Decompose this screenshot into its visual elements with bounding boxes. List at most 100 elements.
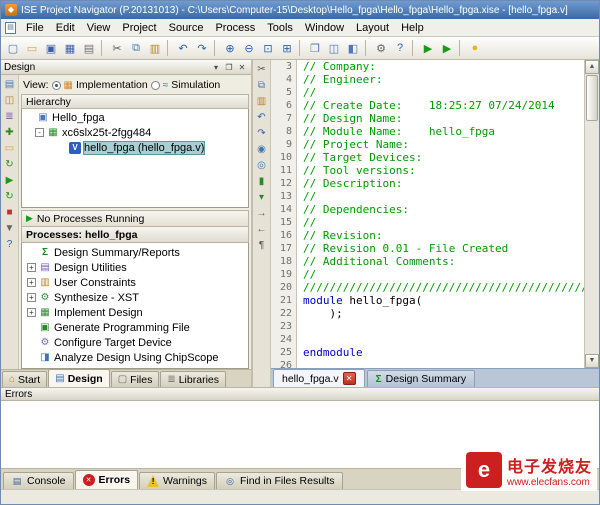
scroll-down-icon[interactable]: ▼ — [585, 354, 599, 368]
view-option[interactable]: ▦ Implementation — [52, 79, 148, 91]
zoom-region-icon[interactable]: ⊞ — [278, 39, 296, 57]
process-item[interactable]: ◨ Analyze Design Using ChipScope — [24, 350, 248, 365]
process-help-icon[interactable]: ? — [2, 237, 18, 252]
tree-expander-icon[interactable]: + — [27, 263, 36, 272]
editor-redo-icon[interactable]: ↷ — [254, 126, 270, 141]
undo-icon[interactable]: ↶ — [174, 39, 192, 57]
settings-icon[interactable]: ⚙ — [372, 39, 390, 57]
view-option[interactable]: ≈ Simulation — [151, 79, 221, 91]
process-item[interactable]: + ⚙ Synthesize - XST — [24, 290, 248, 305]
panel-float-icon[interactable]: ❐ — [223, 62, 235, 73]
outdent-icon[interactable]: ← — [254, 222, 270, 237]
save-icon[interactable]: ▣ — [42, 39, 60, 57]
child-document-icon[interactable]: ▤ — [5, 22, 16, 34]
menu-item[interactable]: Tools — [261, 20, 299, 36]
bookmark-icon[interactable]: ▮ — [254, 174, 270, 189]
save-all-icon[interactable]: ▦ — [61, 39, 79, 57]
editor-find-icon[interactable]: ◉ — [254, 142, 270, 157]
editor-find-next-icon[interactable]: ◎ — [254, 158, 270, 173]
comment-icon[interactable]: ¶ — [254, 238, 270, 253]
scroll-up-icon[interactable]: ▲ — [585, 60, 599, 74]
menu-item[interactable]: Edit — [50, 20, 81, 36]
cut-icon[interactable]: ✂ — [108, 39, 126, 57]
menu-item[interactable]: Layout — [350, 20, 395, 36]
tab-close-icon[interactable]: ✕ — [343, 372, 356, 385]
menu-item[interactable]: Source — [163, 20, 210, 36]
add-source-icon[interactable]: ✚ — [2, 125, 18, 140]
process-item[interactable]: + ▦ Implement Design — [24, 305, 248, 320]
tree-expander-icon[interactable]: - — [35, 128, 44, 137]
scrollbar-track[interactable] — [585, 122, 599, 354]
console-tab[interactable]: ▤ Console — [3, 472, 74, 489]
menu-item[interactable]: View — [81, 20, 117, 36]
hierarchy-item[interactable]: V hello_fpga (hello_fpga.v) — [22, 140, 248, 155]
tree-expander-icon[interactable]: + — [27, 278, 36, 287]
menu-item[interactable]: File — [20, 20, 50, 36]
view-filter-icon[interactable]: ▼ — [2, 221, 18, 236]
menu-item[interactable]: Window — [299, 20, 350, 36]
menu-item[interactable]: Project — [116, 20, 162, 36]
rerun-process-icon[interactable]: ↻ — [2, 189, 18, 204]
stop-process-icon[interactable]: ■ — [2, 205, 18, 220]
title-bar[interactable]: ◆ ISE Project Navigator (P.20131013) - C… — [1, 1, 599, 19]
sources-view-icon[interactable]: ▤ — [2, 77, 18, 92]
panel-tab[interactable]: ≣ Libraries — [160, 371, 226, 387]
next-bookmark-icon[interactable]: ▾ — [254, 190, 270, 205]
panel-tab[interactable]: ⌂ Start — [2, 371, 47, 387]
panel-tab[interactable]: ▢ Files — [111, 371, 160, 387]
paste-icon[interactable]: ▥ — [146, 39, 164, 57]
editor-tab[interactable]: Σ Design Summary — [367, 370, 476, 387]
process-item[interactable]: + ▤ Design Utilities — [24, 260, 248, 275]
run-all-icon[interactable]: ▶ — [438, 39, 456, 57]
process-item[interactable]: ⚙ Configure Target Device — [24, 335, 248, 350]
panel-close-icon[interactable]: ✕ — [236, 62, 248, 73]
hierarchy-tree[interactable]: ▣ Hello_fpga - ▦ xc6slx25t-2fgg484 — [21, 109, 249, 208]
zoom-full-icon[interactable]: ⊡ — [259, 39, 277, 57]
zoom-in-icon[interactable]: ⊕ — [221, 39, 239, 57]
scrollbar-thumb[interactable] — [586, 75, 598, 121]
zoom-out-icon[interactable]: ⊖ — [240, 39, 258, 57]
cascade-windows-icon[interactable]: ◫ — [325, 39, 343, 57]
panel-menu-icon[interactable]: ▾ — [210, 62, 222, 73]
editor-paste-icon[interactable]: ▥ — [254, 94, 270, 109]
libraries-view-icon[interactable]: ≣ — [2, 109, 18, 124]
help-icon[interactable]: ? — [391, 39, 409, 57]
radio-icon[interactable] — [151, 81, 160, 90]
editor-copy-icon[interactable]: ⧉ — [254, 78, 270, 93]
tile-windows-icon[interactable]: ◧ — [344, 39, 362, 57]
tree-expander-icon[interactable]: + — [27, 293, 36, 302]
console-tab[interactable]: ✕ Errors — [75, 470, 139, 489]
editor-undo-icon[interactable]: ↶ — [254, 110, 270, 125]
run-icon[interactable]: ▶ — [419, 39, 437, 57]
editor-tab[interactable]: hello_fpga.v ✕ — [273, 369, 365, 387]
radio-icon[interactable] — [52, 81, 61, 90]
lightbulb-icon[interactable]: ● — [466, 39, 484, 57]
console-tab[interactable]: ! Warnings — [139, 472, 215, 489]
refresh-hierarchy-icon[interactable]: ↻ — [2, 157, 18, 172]
copy-icon[interactable]: ⧉ — [127, 39, 145, 57]
open-file-icon[interactable]: ▭ — [23, 39, 41, 57]
editor-cut-icon[interactable]: ✂ — [254, 62, 270, 77]
panel-tab[interactable]: ▤ Design — [48, 369, 109, 387]
process-item[interactable]: + ▥ User Constraints — [24, 275, 248, 290]
process-item[interactable]: Σ Design Summary/Reports — [24, 245, 248, 260]
snapshots-view-icon[interactable]: ◫ — [2, 93, 18, 108]
process-item[interactable]: ▣ Generate Programming File — [24, 320, 248, 335]
open-source-icon[interactable]: ▭ — [2, 141, 18, 156]
code-editor[interactable]: 3 // Company: 4 // Engineer: 5 // — [271, 60, 584, 368]
tree-expander-icon[interactable]: + — [27, 308, 36, 317]
menu-item[interactable]: Process — [209, 20, 261, 36]
print-icon[interactable]: ▤ — [80, 39, 98, 57]
hierarchy-item[interactable]: - ▦ xc6slx25t-2fgg484 — [22, 125, 248, 140]
run-process-icon[interactable]: ▶ — [2, 173, 18, 188]
console-tab[interactable]: ◎ Find in Files Results — [216, 472, 343, 489]
editor-vertical-scrollbar[interactable]: ▲ ▼ — [584, 60, 599, 368]
new-window-icon[interactable]: ❐ — [306, 39, 324, 57]
code-line: 17 // Revision 0.01 - File Created — [271, 242, 584, 255]
new-file-icon[interactable]: ▢ — [4, 39, 22, 57]
indent-icon[interactable]: → — [254, 206, 270, 221]
menu-item[interactable]: Help — [395, 20, 430, 36]
processes-tree[interactable]: Σ Design Summary/Reports + ▤ Design Util… — [21, 243, 249, 369]
hierarchy-item[interactable]: ▣ Hello_fpga — [22, 110, 248, 125]
redo-icon[interactable]: ↷ — [193, 39, 211, 57]
